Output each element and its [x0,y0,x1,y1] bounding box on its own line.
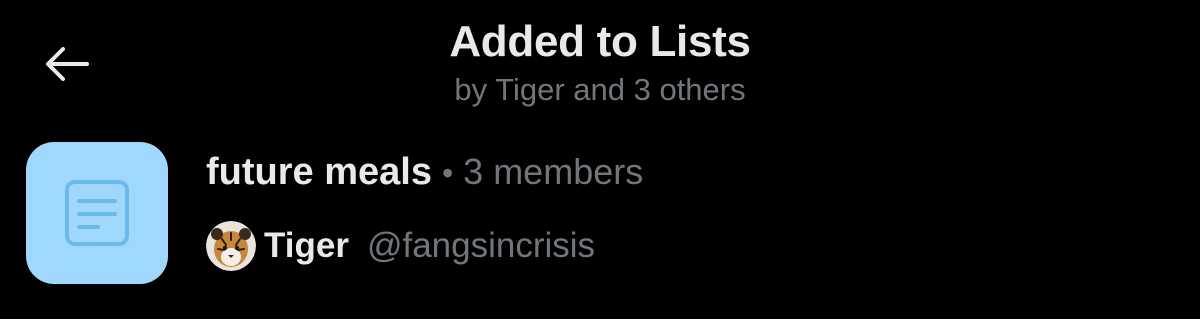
tiger-avatar-icon [206,221,256,271]
owner-name[interactable]: Tiger [264,222,349,270]
page-header: Added to Lists by Tiger and 3 others [0,18,1200,108]
list-info: future meals • 3 members Tiger @fangsinc… [206,148,643,288]
list-item[interactable]: future meals • 3 members Tiger @fangsinc… [26,142,1176,288]
member-count: 3 members [463,151,644,192]
list-title-line: future meals • 3 members [206,148,643,197]
page-subtitle: by Tiger and 3 others [454,72,746,107]
list-document-icon [65,180,129,246]
avatar[interactable] [206,221,256,271]
owner-handle[interactable]: @fangsincrisis [367,222,595,270]
added-to-lists-screen: Added to Lists by Tiger and 3 others fut… [0,0,1200,319]
list-avatar [26,142,168,284]
list-owner: Tiger @fangsincrisis [206,221,643,271]
page-title: Added to Lists [449,17,751,66]
list-name[interactable]: future meals [206,148,432,196]
separator-dot: • [441,155,454,191]
